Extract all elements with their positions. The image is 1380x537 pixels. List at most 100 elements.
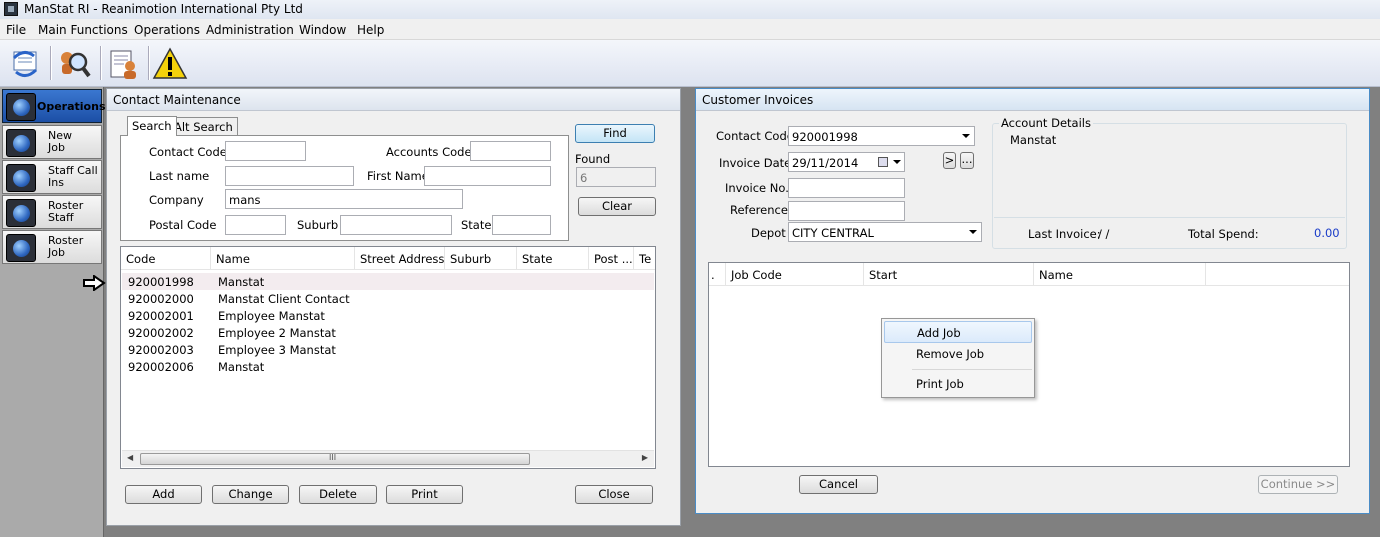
last-invoice-label: Last Invoice:: [1028, 227, 1101, 241]
accounts-code-input[interactable]: [470, 141, 551, 161]
continue-button[interactable]: Continue >>: [1258, 475, 1338, 494]
menu-administration[interactable]: Administration: [206, 23, 294, 37]
more-button[interactable]: ...: [960, 152, 974, 169]
row-code: 920002001: [128, 309, 194, 323]
nav-item-roster-staff[interactable]: Roster Staff: [2, 195, 102, 229]
menu-file[interactable]: File: [6, 23, 26, 37]
calendar-icon[interactable]: [878, 157, 888, 167]
invoice-date-picker[interactable]: 29/11/2014: [788, 152, 905, 172]
col-street-address[interactable]: Street Address: [355, 247, 445, 270]
row-name: Manstat: [218, 275, 265, 289]
reference-input[interactable]: [788, 201, 905, 221]
search-magnifier-icon[interactable]: [56, 46, 92, 82]
invoice-date-label: Invoice Date :: [719, 156, 799, 170]
warning-icon[interactable]: [152, 46, 188, 82]
next-date-button[interactable]: >: [943, 152, 956, 169]
tab-search[interactable]: Search: [127, 116, 177, 136]
customer-invoices-panel: Customer Invoices Contact Code : 9200019…: [695, 88, 1370, 514]
col-marker[interactable]: .: [709, 263, 726, 286]
results-header: Code Name Street Address Suburb State Po…: [121, 247, 655, 270]
nav-item-new-job[interactable]: New Job: [2, 125, 102, 159]
col-name[interactable]: Name: [1034, 263, 1206, 286]
total-spend-label: Total Spend:: [1188, 227, 1259, 241]
close-button[interactable]: Close: [575, 485, 653, 504]
contact-code-input[interactable]: [225, 141, 306, 161]
title-bar: ManStat RI - Reanimotion International P…: [0, 0, 1380, 19]
col-start[interactable]: Start: [864, 263, 1034, 286]
panel-header: Contact Maintenance: [107, 89, 680, 111]
contact-code-combo[interactable]: 920001998: [788, 126, 975, 146]
row-name: Employee 2 Manstat: [218, 326, 336, 340]
menu-item-print-job[interactable]: Print Job: [884, 373, 1032, 395]
chevron-down-icon[interactable]: [962, 134, 970, 138]
print-button[interactable]: Print: [386, 485, 463, 504]
table-row[interactable]: 920002002 Employee 2 Manstat: [122, 324, 654, 341]
last-invoice-value: / /: [1098, 227, 1110, 241]
panel-title: Customer Invoices: [702, 93, 814, 107]
postal-code-label: Postal Code: [149, 218, 217, 232]
suburb-input[interactable]: [340, 215, 452, 235]
chevron-down-icon[interactable]: [969, 230, 977, 234]
refresh-icon[interactable]: [8, 46, 44, 82]
last-name-input[interactable]: [225, 166, 354, 186]
contact-document-icon[interactable]: [106, 46, 142, 82]
found-count: 6: [576, 167, 656, 187]
check-globe-icon: [6, 164, 36, 192]
state-label: State: [461, 218, 492, 232]
contact-results-list: Code Name Street Address Suburb State Po…: [120, 246, 656, 469]
table-row[interactable]: 920002001 Employee Manstat: [122, 307, 654, 324]
panel-header: Customer Invoices: [696, 89, 1369, 111]
menu-main-functions[interactable]: Main Functions: [38, 23, 128, 37]
chevron-down-icon[interactable]: [893, 160, 901, 164]
menu-item-add-job[interactable]: Add Job: [884, 321, 1032, 343]
col-post[interactable]: Post ...: [589, 247, 634, 270]
table-row[interactable]: 920002000 Manstat Client Contact: [122, 290, 654, 307]
postal-code-input[interactable]: [225, 215, 286, 235]
cancel-button[interactable]: Cancel: [799, 475, 878, 494]
left-nav: Operations New Job Staff Call Ins Roster…: [0, 87, 106, 537]
row-code: 920002002: [128, 326, 194, 340]
invoice-no-input[interactable]: [788, 178, 905, 198]
depot-combo[interactable]: CITY CENTRAL: [788, 222, 982, 242]
col-te[interactable]: Te: [634, 247, 656, 270]
delete-button[interactable]: Delete: [299, 485, 377, 504]
table-row[interactable]: 920001998 Manstat: [122, 273, 654, 290]
menu-operations[interactable]: Operations: [134, 23, 200, 37]
tab-alt-search[interactable]: Alt Search: [169, 117, 238, 135]
state-input[interactable]: [492, 215, 551, 235]
row-name: Employee 3 Manstat: [218, 343, 336, 357]
horizontal-scrollbar[interactable]: ◀ III ▶: [122, 450, 654, 467]
scroll-thumb[interactable]: III: [140, 453, 530, 465]
row-name: Manstat: [218, 360, 265, 374]
refresh-globe-icon: [6, 234, 36, 262]
table-row[interactable]: 920002006 Manstat: [122, 358, 654, 375]
nav-item-roster-job[interactable]: Roster Job: [2, 230, 102, 264]
col-job-code[interactable]: Job Code: [726, 263, 864, 286]
table-row[interactable]: 920002003 Employee 3 Manstat: [122, 341, 654, 358]
company-input[interactable]: mans: [225, 189, 463, 209]
col-code[interactable]: Code: [121, 247, 211, 270]
nav-item-staff-call-ins[interactable]: Staff Call Ins: [2, 160, 102, 194]
col-suburb[interactable]: Suburb: [445, 247, 517, 270]
scroll-right-icon[interactable]: ▶: [642, 453, 648, 462]
total-spend-value: 0.00: [1314, 226, 1340, 240]
menu-item-remove-job[interactable]: Remove Job: [884, 343, 1032, 365]
find-button[interactable]: Find: [575, 124, 655, 143]
change-button[interactable]: Change: [212, 485, 289, 504]
first-name-input[interactable]: [424, 166, 551, 186]
menu-help[interactable]: Help: [357, 23, 384, 37]
scroll-left-icon[interactable]: ◀: [127, 453, 133, 462]
add-button[interactable]: Add: [125, 485, 202, 504]
invoice-no-label: Invoice No. :: [725, 181, 797, 195]
row-code: 920001998: [128, 275, 194, 289]
col-name[interactable]: Name: [211, 247, 355, 270]
menu-window[interactable]: Window: [299, 23, 346, 37]
row-code: 920002000: [128, 292, 194, 306]
col-state[interactable]: State: [517, 247, 589, 270]
context-menu: Add Job Remove Job Print Job: [881, 318, 1035, 398]
nav-header-operations[interactable]: Operations: [2, 89, 106, 123]
row-name: Manstat Client Contact: [218, 292, 350, 306]
clear-button[interactable]: Clear: [578, 197, 656, 216]
panel-title: Contact Maintenance: [113, 93, 241, 107]
play-globe-icon: [6, 199, 36, 227]
